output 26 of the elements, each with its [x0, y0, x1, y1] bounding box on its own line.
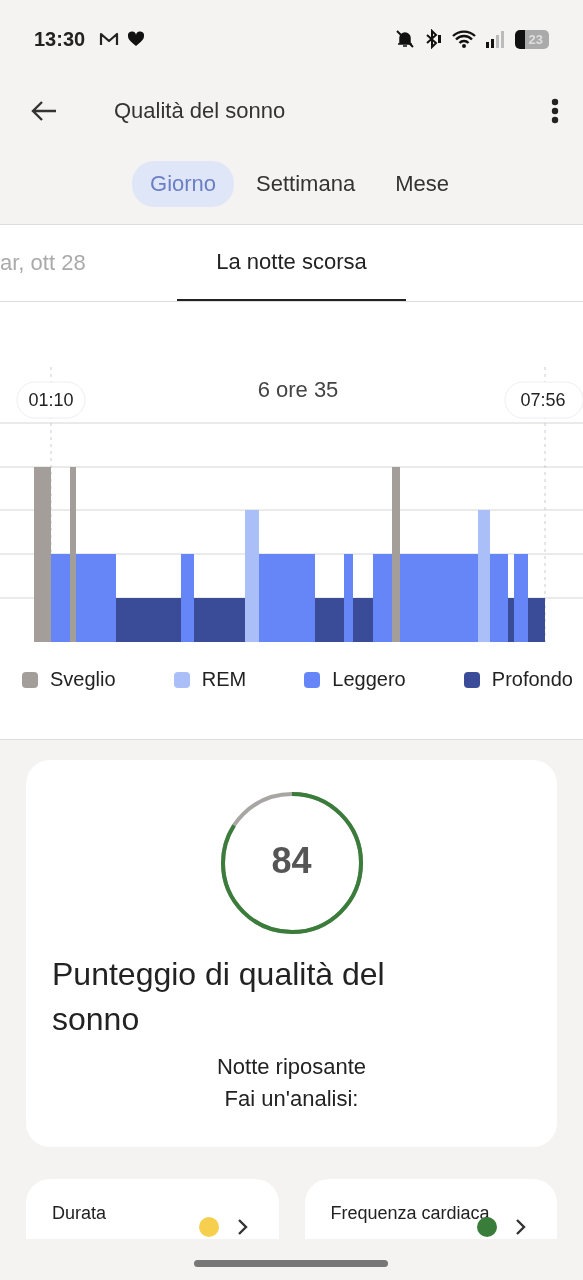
muted-bell-icon	[394, 29, 415, 49]
period-tab[interactable]: Mese	[377, 161, 467, 207]
sleep-duration: 6 ore 35	[257, 377, 339, 402]
score-value: 84	[270, 840, 313, 882]
screen-title: Qualità del sonno	[114, 98, 286, 124]
analysis-prompt: Fai un'analisi:	[224, 1086, 359, 1112]
metric-label: Durata	[52, 1203, 107, 1224]
score-title: Punteggio di qualità del sonno	[52, 955, 386, 1039]
chevron-icon	[515, 1218, 527, 1236]
start-time-label: 01:10	[16, 381, 86, 419]
score-summary: Notte riposante	[216, 1054, 367, 1080]
metric-label: Frequenza cardiaca	[330, 1203, 490, 1224]
legend-label: Sveglio	[50, 668, 116, 691]
heart-icon	[127, 31, 146, 47]
end-time-label: 07:56	[504, 381, 583, 419]
metric-card[interactable]: Frequenza cardiaca	[304, 1179, 557, 1239]
period-tab[interactable]: Settimana	[238, 161, 374, 207]
wifi-icon	[450, 29, 477, 49]
chevron-icon	[236, 1218, 249, 1236]
legend-label: Profondo	[491, 668, 573, 691]
metric-card[interactable]: Durata	[26, 1179, 279, 1239]
status-time: 13:30	[34, 27, 86, 51]
signal-icon	[484, 30, 507, 48]
legend-label: REM	[201, 668, 247, 691]
mail-icon	[99, 31, 120, 47]
legend-label: Leggero	[332, 668, 406, 691]
